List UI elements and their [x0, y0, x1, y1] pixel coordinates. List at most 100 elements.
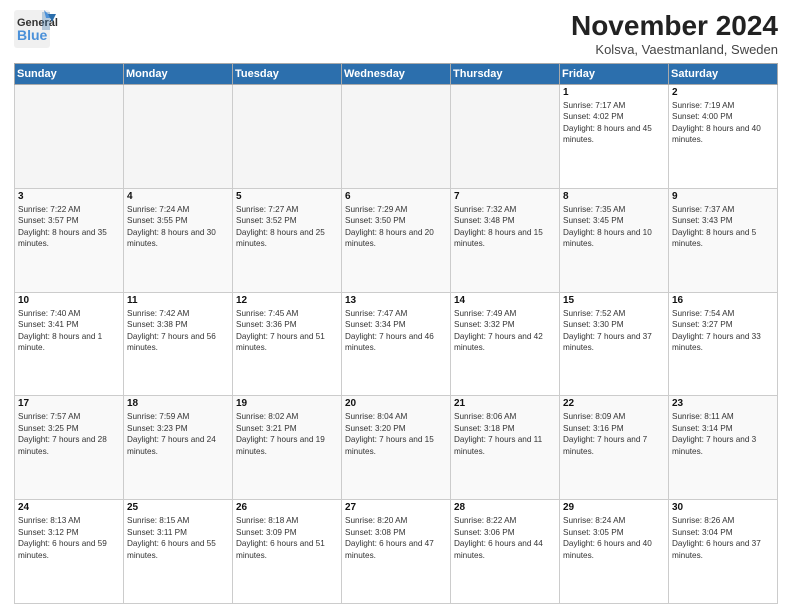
page: General Blue November 2024 Kolsva, Vaest… [0, 0, 792, 612]
day-info: Sunrise: 7:27 AMSunset: 3:52 PMDaylight:… [236, 204, 338, 250]
calendar-cell: 7 Sunrise: 7:32 AMSunset: 3:48 PMDaylight… [451, 188, 560, 292]
calendar-cell: 24 Sunrise: 8:13 AMSunset: 3:12 PMDayligh… [15, 500, 124, 604]
day-number: 25 [127, 502, 229, 513]
calendar-cell [233, 85, 342, 189]
calendar-cell: 1Sunrise: 7:17 AMSunset: 4:02 PMDaylight… [560, 85, 669, 189]
calendar-cell: 25 Sunrise: 8:15 AMSunset: 3:11 PMDayligh… [124, 500, 233, 604]
calendar-week-row: 3Sunrise: 7:22 AMSunset: 3:57 PMDaylight… [15, 188, 778, 292]
day-number: 24 [18, 502, 120, 513]
calendar-cell: 18 Sunrise: 7:59 AMSunset: 3:23 PMDayligh… [124, 396, 233, 500]
day-info: Sunrise: 7:49 AMSunset: 3:32 PMDaylight:… [454, 308, 556, 354]
calendar-cell: 21 Sunrise: 8:06 AMSunset: 3:18 PMDayligh… [451, 396, 560, 500]
calendar-cell: 29 Sunrise: 8:24 AMSunset: 3:05 PMDayligh… [560, 500, 669, 604]
day-number: 10 [18, 295, 120, 306]
day-info: Sunrise: 7:32 AMSunset: 3:48 PMDaylight:… [454, 204, 556, 250]
day-number: 8 [563, 191, 665, 202]
header-tuesday: Tuesday [233, 64, 342, 85]
calendar-cell: 17Sunrise: 7:57 AMSunset: 3:25 PMDayligh… [15, 396, 124, 500]
calendar-cell: 11Sunrise: 7:42 AMSunset: 3:38 PMDayligh… [124, 292, 233, 396]
calendar-cell: 5 Sunrise: 7:27 AMSunset: 3:52 PMDaylight… [233, 188, 342, 292]
calendar-header-row: Sunday Monday Tuesday Wednesday Thursday… [15, 64, 778, 85]
header-thursday: Thursday [451, 64, 560, 85]
main-title: November 2024 [571, 10, 778, 42]
day-info: Sunrise: 8:06 AMSunset: 3:18 PMDaylight:… [454, 411, 556, 457]
calendar-cell: 15 Sunrise: 7:52 AMSunset: 3:30 PMDayligh… [560, 292, 669, 396]
day-info: Sunrise: 8:15 AMSunset: 3:11 PMDaylight:… [127, 515, 229, 561]
day-number: 15 [563, 295, 665, 306]
day-info: Sunrise: 7:35 AMSunset: 3:45 PMDaylight:… [563, 204, 665, 250]
day-number: 6 [345, 191, 447, 202]
day-info: Sunrise: 7:45 AMSunset: 3:36 PMDaylight:… [236, 308, 338, 354]
day-info: Sunrise: 7:52 AMSunset: 3:30 PMDaylight:… [563, 308, 665, 354]
calendar-cell: 10 Sunrise: 7:40 AMSunset: 3:41 PMDayligh… [15, 292, 124, 396]
header-saturday: Saturday [669, 64, 778, 85]
header-friday: Friday [560, 64, 669, 85]
calendar-cell: 13 Sunrise: 7:47 AMSunset: 3:34 PMDayligh… [342, 292, 451, 396]
header-wednesday: Wednesday [342, 64, 451, 85]
day-info: Sunrise: 8:13 AMSunset: 3:12 PMDaylight:… [18, 515, 120, 561]
calendar-cell: 2 Sunrise: 7:19 AMSunset: 4:00 PMDaylight… [669, 85, 778, 189]
day-number: 30 [672, 502, 774, 513]
day-number: 27 [345, 502, 447, 513]
logo-svg: General Blue [14, 10, 104, 48]
calendar-week-row: 17Sunrise: 7:57 AMSunset: 3:25 PMDayligh… [15, 396, 778, 500]
calendar-cell: 8 Sunrise: 7:35 AMSunset: 3:45 PMDaylight… [560, 188, 669, 292]
day-info: Sunrise: 7:59 AMSunset: 3:23 PMDaylight:… [127, 411, 229, 457]
day-number: 4 [127, 191, 229, 202]
calendar-cell: 6 Sunrise: 7:29 AMSunset: 3:50 PMDaylight… [342, 188, 451, 292]
calendar-cell: 16Sunrise: 7:54 AMSunset: 3:27 PMDayligh… [669, 292, 778, 396]
calendar-cell [342, 85, 451, 189]
day-info: Sunrise: 7:47 AMSunset: 3:34 PMDaylight:… [345, 308, 447, 354]
header-sunday: Sunday [15, 64, 124, 85]
calendar-cell: 9 Sunrise: 7:37 AMSunset: 3:43 PMDaylight… [669, 188, 778, 292]
day-number: 22 [563, 398, 665, 409]
day-info: Sunrise: 7:19 AMSunset: 4:00 PMDaylight:… [672, 100, 774, 146]
day-number: 20 [345, 398, 447, 409]
day-info: Sunrise: 8:11 AMSunset: 3:14 PMDaylight:… [672, 411, 774, 457]
day-number: 16 [672, 295, 774, 306]
calendar-cell: 27 Sunrise: 8:20 AMSunset: 3:08 PMDayligh… [342, 500, 451, 604]
day-info: Sunrise: 7:57 AMSunset: 3:25 PMDaylight:… [18, 411, 120, 457]
day-number: 7 [454, 191, 556, 202]
day-info: Sunrise: 7:40 AMSunset: 3:41 PMDaylight:… [18, 308, 120, 354]
day-info: Sunrise: 7:24 AMSunset: 3:55 PMDaylight:… [127, 204, 229, 250]
day-info: Sunrise: 8:22 AMSunset: 3:06 PMDaylight:… [454, 515, 556, 561]
day-info: Sunrise: 8:18 AMSunset: 3:09 PMDaylight:… [236, 515, 338, 561]
day-number: 28 [454, 502, 556, 513]
day-info: Sunrise: 7:17 AMSunset: 4:02 PMDaylight:… [563, 100, 665, 146]
day-number: 29 [563, 502, 665, 513]
day-number: 2 [672, 87, 774, 98]
day-number: 12 [236, 295, 338, 306]
header-monday: Monday [124, 64, 233, 85]
calendar-week-row: 24 Sunrise: 8:13 AMSunset: 3:12 PMDayligh… [15, 500, 778, 604]
calendar-cell: 19Sunrise: 8:02 AMSunset: 3:21 PMDayligh… [233, 396, 342, 500]
calendar-cell: 12 Sunrise: 7:45 AMSunset: 3:36 PMDayligh… [233, 292, 342, 396]
day-info: Sunrise: 8:04 AMSunset: 3:20 PMDaylight:… [345, 411, 447, 457]
calendar-cell [15, 85, 124, 189]
day-info: Sunrise: 8:20 AMSunset: 3:08 PMDaylight:… [345, 515, 447, 561]
calendar-cell: 20 Sunrise: 8:04 AMSunset: 3:20 PMDayligh… [342, 396, 451, 500]
day-number: 18 [127, 398, 229, 409]
day-info: Sunrise: 7:42 AMSunset: 3:38 PMDaylight:… [127, 308, 229, 354]
calendar-cell: 28 Sunrise: 8:22 AMSunset: 3:06 PMDayligh… [451, 500, 560, 604]
logo: General Blue [14, 10, 104, 48]
day-number: 14 [454, 295, 556, 306]
title-block: November 2024 Kolsva, Vaestmanland, Swed… [571, 10, 778, 57]
calendar-cell: 23 Sunrise: 8:11 AMSunset: 3:14 PMDayligh… [669, 396, 778, 500]
day-number: 3 [18, 191, 120, 202]
day-info: Sunrise: 7:37 AMSunset: 3:43 PMDaylight:… [672, 204, 774, 250]
header: General Blue November 2024 Kolsva, Vaest… [14, 10, 778, 57]
day-number: 13 [345, 295, 447, 306]
calendar-cell: 22Sunrise: 8:09 AMSunset: 3:16 PMDayligh… [560, 396, 669, 500]
calendar-cell [451, 85, 560, 189]
day-number: 21 [454, 398, 556, 409]
day-number: 23 [672, 398, 774, 409]
calendar-cell: 3Sunrise: 7:22 AMSunset: 3:57 PMDaylight… [15, 188, 124, 292]
day-info: Sunrise: 8:24 AMSunset: 3:05 PMDaylight:… [563, 515, 665, 561]
calendar-week-row: 10 Sunrise: 7:40 AMSunset: 3:41 PMDayligh… [15, 292, 778, 396]
calendar-week-row: 1Sunrise: 7:17 AMSunset: 4:02 PMDaylight… [15, 85, 778, 189]
day-number: 19 [236, 398, 338, 409]
day-info: Sunrise: 7:29 AMSunset: 3:50 PMDaylight:… [345, 204, 447, 250]
day-number: 9 [672, 191, 774, 202]
day-number: 5 [236, 191, 338, 202]
